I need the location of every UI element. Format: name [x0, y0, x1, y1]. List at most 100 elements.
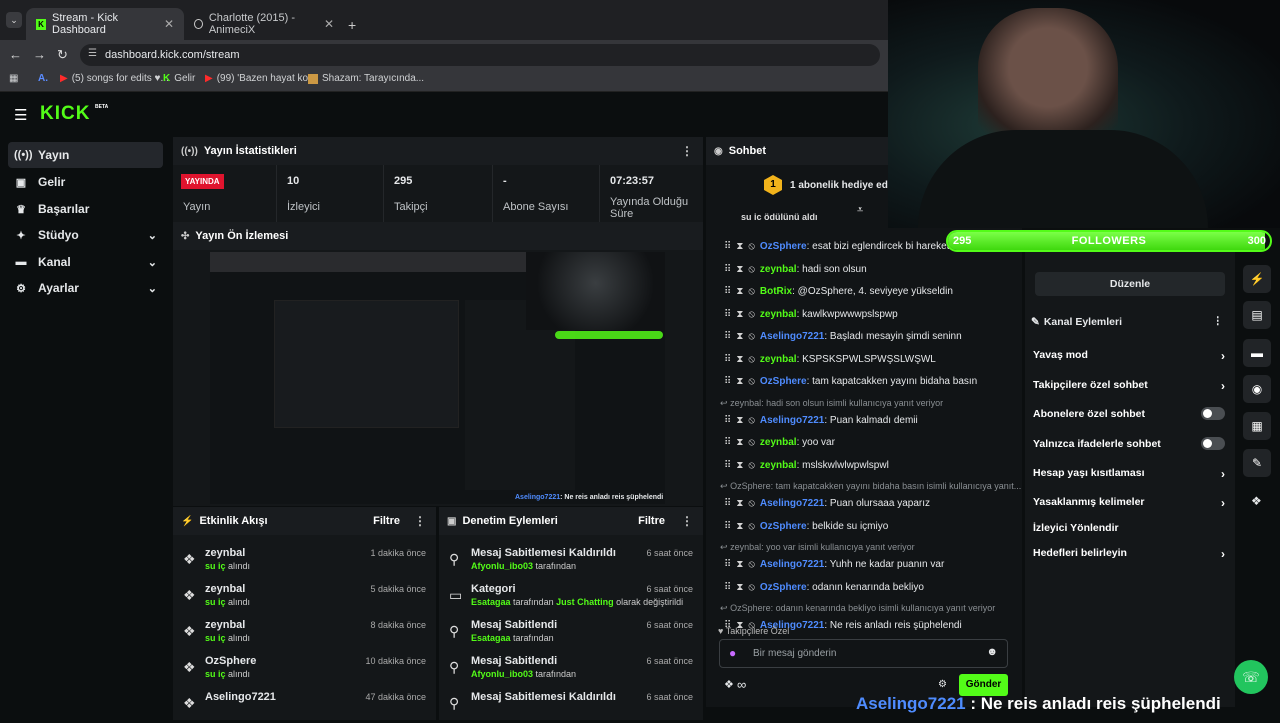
chat-username[interactable]: OzSphere [760, 521, 807, 532]
kick-logo[interactable]: KICK [40, 103, 90, 125]
pin-icon[interactable]: ⠿ [724, 582, 731, 593]
chat-username[interactable]: OzSphere [760, 376, 807, 387]
chat-settings-icon[interactable]: ⚙ [938, 679, 947, 690]
chat-username[interactable]: OzSphere [760, 241, 807, 252]
pin-icon[interactable]: ⠿ [724, 559, 731, 570]
chat-username[interactable]: BotRix [760, 286, 792, 297]
timeout-icon[interactable]: ⧗ [736, 376, 743, 387]
timeout-icon[interactable]: ⧗ [736, 582, 743, 593]
timeout-icon[interactable]: ⧗ [736, 264, 743, 275]
chat-username[interactable]: Aselingo7221 [760, 559, 824, 570]
chat-username[interactable]: zeynbal [760, 437, 797, 448]
pin-icon[interactable]: ⠿ [724, 460, 731, 471]
account-age-item[interactable]: Hesap yaşı kısıtlaması › [1033, 467, 1225, 481]
bookmark-bazen[interactable]: ▶ (99) 'Bazen hayat ko... [205, 73, 316, 84]
chat-input[interactable]: ● Bir mesaj gönderin ☻ [719, 639, 1008, 668]
chat-username[interactable]: zeynbal [760, 460, 797, 471]
emoji-icon[interactable]: ☻ [986, 646, 998, 658]
site-info-icon[interactable]: ☰ [88, 48, 97, 59]
pin-icon[interactable]: ⠿ [724, 241, 731, 252]
ban-icon[interactable]: ⦸ [748, 264, 755, 275]
tab-kick-dashboard[interactable]: K Stream - Kick Dashboard ✕ [26, 8, 184, 40]
ban-icon[interactable]: ⦸ [748, 582, 755, 593]
goals-item[interactable]: Hedefleri belirleyin › [1033, 547, 1225, 561]
chat-tool-icon[interactable]: ▬ [1243, 339, 1271, 367]
chat-username[interactable]: zeynbal [760, 309, 797, 320]
sidebar-item-kanal[interactable]: ▬ Kanal ⌄ [8, 249, 163, 275]
filter-button[interactable]: Filtre [373, 515, 400, 527]
wrench-tool-icon[interactable]: ✎ [1243, 449, 1271, 477]
timeout-icon[interactable]: ⧗ [736, 309, 743, 320]
tab-list-button[interactable]: ⌄ [6, 12, 22, 28]
banned-words-item[interactable]: Yasaklanmış kelimeler › [1033, 496, 1225, 510]
slow-mode-item[interactable]: Yavaş mod › [1033, 349, 1225, 363]
sidebar-item-ayarlar[interactable]: ⚙ Ayarlar ⌄ [8, 275, 163, 301]
close-tab-icon[interactable]: ✕ [164, 17, 174, 31]
preview-video[interactable]: Aselingo7221: Ne reis anladı reis şüphel… [210, 252, 665, 504]
close-tab-icon[interactable]: ✕ [324, 17, 334, 31]
bookmark-gelir[interactable]: K Gelir [163, 73, 195, 84]
pin-icon[interactable]: ⠿ [724, 498, 731, 509]
more-icon[interactable]: ⋮ [681, 514, 693, 528]
menu-icon[interactable]: ☰ [14, 106, 27, 124]
lightning-tool-icon[interactable]: ⚡ [1243, 265, 1271, 293]
chat-username[interactable]: zeynbal [760, 264, 797, 275]
chat-username[interactable]: OzSphere [760, 582, 807, 593]
pin-icon[interactable]: ⠿ [724, 331, 731, 342]
followers-only-item[interactable]: Takipçilere özel sohbet › [1033, 379, 1225, 393]
pin-icon[interactable]: ⠿ [724, 521, 731, 532]
timeout-icon[interactable]: ⧗ [736, 415, 743, 426]
back-icon[interactable]: ← [9, 47, 22, 62]
ban-icon[interactable]: ⦸ [748, 415, 755, 426]
chat-username[interactable]: Aselingo7221 [760, 331, 824, 342]
timeout-icon[interactable]: ⧗ [736, 241, 743, 252]
chat-username[interactable]: zeynbal [760, 354, 797, 365]
new-tab-icon[interactable]: + [348, 17, 356, 33]
tab-animecix[interactable]: Charlotte (2015) - AnimeciX ✕ [184, 8, 344, 40]
sidebar-item-yayin[interactable]: ((•)) Yayın [8, 142, 163, 168]
ban-icon[interactable]: ⦸ [748, 521, 755, 532]
apps-icon[interactable]: ▦ [9, 73, 18, 84]
filter-button[interactable]: Filtre [638, 515, 665, 527]
bookmark-songs[interactable]: ▶ (5) songs for edits ♥... [60, 73, 169, 84]
pin-icon[interactable]: ⠿ [724, 437, 731, 448]
subs-only-toggle[interactable] [1201, 407, 1225, 420]
bookmark-shazam[interactable]: Shazam: Tarayıcında... [308, 73, 424, 84]
pin-icon[interactable]: ⠿ [724, 376, 731, 387]
ban-icon[interactable]: ⦸ [748, 331, 755, 342]
ban-icon[interactable]: ⦸ [748, 286, 755, 297]
timeout-icon[interactable]: ⧗ [736, 437, 743, 448]
raid-item[interactable]: İzleyici Yönlendir [1033, 522, 1225, 534]
support-button[interactable]: ☏ [1234, 660, 1268, 694]
broadcast-tool-icon[interactable]: ◉ [1243, 375, 1271, 403]
ban-icon[interactable]: ⦸ [748, 376, 755, 387]
pin-icon[interactable]: ⠿ [724, 415, 731, 426]
timeout-icon[interactable]: ⧗ [736, 354, 743, 365]
emotes-only-toggle[interactable] [1201, 437, 1225, 450]
ban-icon[interactable]: ⦸ [748, 354, 755, 365]
pin-icon[interactable]: ⠿ [724, 264, 731, 275]
ban-icon[interactable]: ⦸ [748, 241, 755, 252]
pin-icon[interactable]: ⠿ [724, 286, 731, 297]
more-icon[interactable]: ⋮ [681, 144, 693, 158]
sidebar-item-studyo[interactable]: ✦ Stüdyo ⌄ [8, 222, 163, 248]
pin-icon[interactable]: ⠿ [724, 309, 731, 320]
ban-icon[interactable]: ⦸ [748, 309, 755, 320]
pin-icon[interactable]: ⠿ [724, 354, 731, 365]
ban-icon[interactable]: ⦸ [748, 437, 755, 448]
chat-username[interactable]: Aselingo7221 [760, 415, 824, 426]
url-field[interactable]: ☰ dashboard.kick.com/stream [80, 44, 880, 66]
edit-button[interactable]: Düzenle [1035, 272, 1225, 296]
timeout-icon[interactable]: ⧗ [736, 331, 743, 342]
forward-icon[interactable]: → [33, 47, 46, 62]
sidebar-item-basarilar[interactable]: ♛ Başarılar [8, 196, 163, 222]
chat-username[interactable]: Aselingo7221 [760, 498, 824, 509]
collapse-icon[interactable]: ⩡ [857, 204, 863, 217]
bookmark-a-icon[interactable]: A. [38, 73, 48, 84]
timeout-icon[interactable]: ⧗ [736, 498, 743, 509]
send-button[interactable]: Gönder [959, 674, 1008, 696]
mic-icon[interactable]: ● [729, 646, 736, 660]
stack-tool-icon[interactable]: ▦ [1243, 412, 1271, 440]
sidebar-item-gelir[interactable]: ▣ Gelir [8, 169, 163, 195]
notes-tool-icon[interactable]: ▤ [1243, 301, 1271, 329]
